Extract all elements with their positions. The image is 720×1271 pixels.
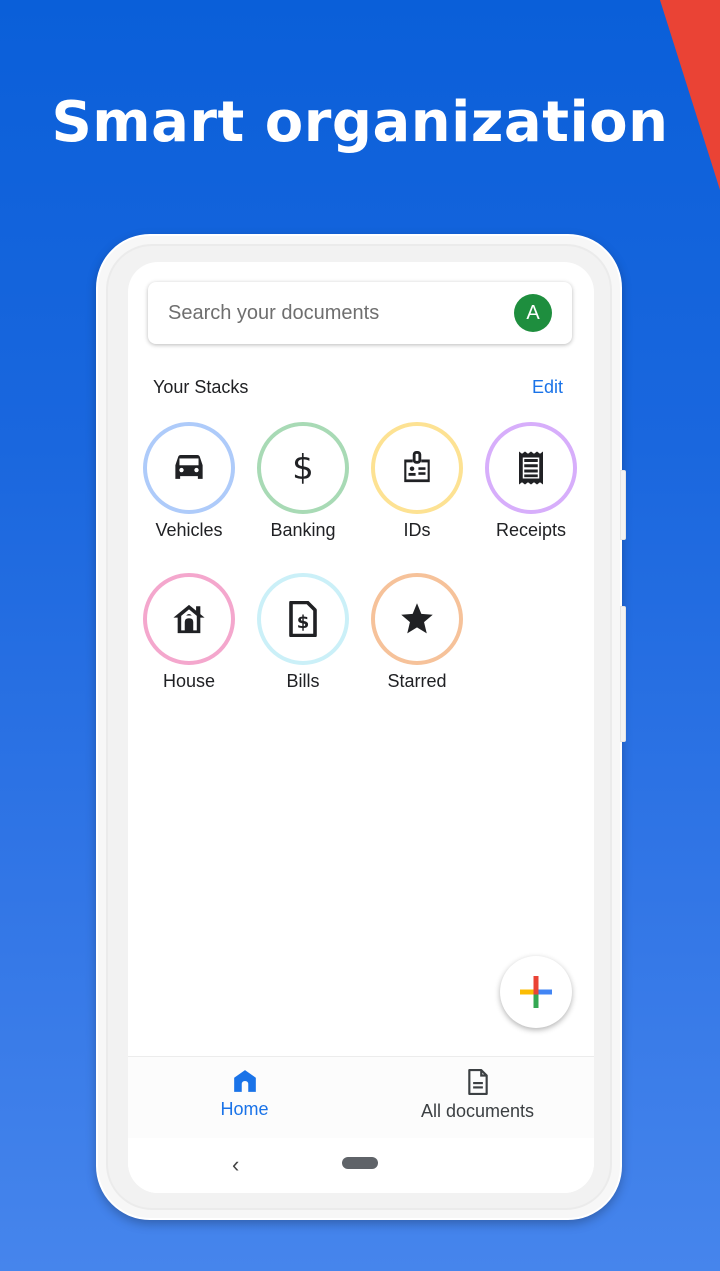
power-button bbox=[620, 470, 626, 540]
receipt-icon bbox=[519, 451, 543, 485]
headline: Smart organization bbox=[51, 90, 669, 155]
system-navigation-bar: ‹ bbox=[128, 1138, 594, 1193]
home-gesture-pill[interactable] bbox=[342, 1157, 378, 1169]
stack-banking[interactable]: $ Banking bbox=[248, 422, 358, 541]
stack-circle bbox=[485, 422, 577, 514]
stack-ids[interactable]: IDs bbox=[362, 422, 472, 541]
stack-circle: $ bbox=[257, 422, 349, 514]
dollar-icon: $ bbox=[292, 448, 314, 488]
google-plus-icon bbox=[520, 976, 552, 1008]
stacks-title: Your Stacks bbox=[153, 377, 249, 397]
avatar-initial: A bbox=[526, 301, 540, 324]
back-button[interactable]: ‹ bbox=[232, 1152, 239, 1178]
nav-all-documents[interactable]: All documents bbox=[361, 1057, 594, 1138]
home-icon bbox=[233, 1070, 256, 1092]
stack-circle bbox=[143, 573, 235, 665]
stacks-header: Your Stacks Edit bbox=[153, 377, 563, 398]
stack-circle bbox=[371, 422, 463, 514]
stack-receipts[interactable]: Receipts bbox=[476, 422, 586, 541]
stack-circle bbox=[371, 573, 463, 665]
stack-bills[interactable]: $ Bills bbox=[248, 573, 358, 692]
stack-label: House bbox=[162, 671, 216, 691]
volume-button bbox=[620, 606, 626, 742]
nav-all-documents-label: All documents bbox=[420, 1101, 535, 1121]
search-input[interactable]: Search your documents bbox=[168, 302, 514, 325]
car-icon bbox=[175, 455, 203, 479]
add-document-button[interactable] bbox=[500, 956, 572, 1028]
star-icon bbox=[401, 603, 433, 634]
bill-icon: $ bbox=[289, 601, 317, 637]
nav-home-label: Home bbox=[220, 1099, 269, 1119]
avatar[interactable]: A bbox=[514, 294, 552, 332]
stack-label: Starred bbox=[387, 671, 447, 691]
document-icon bbox=[467, 1069, 488, 1095]
stack-house[interactable]: House bbox=[134, 573, 244, 692]
stack-starred[interactable]: Starred bbox=[362, 573, 472, 692]
search-bar[interactable]: Search your documents A bbox=[148, 282, 572, 344]
nav-home[interactable]: Home bbox=[128, 1057, 361, 1138]
stack-label: Bills bbox=[286, 671, 320, 691]
stack-label: Banking bbox=[270, 520, 336, 540]
app-screen: Search your documents A Your Stacks Edit… bbox=[128, 262, 594, 1193]
id-badge-icon bbox=[404, 451, 430, 483]
stack-circle: $ bbox=[257, 573, 349, 665]
house-icon bbox=[173, 604, 205, 634]
stack-label: Vehicles bbox=[155, 520, 223, 540]
stack-circle bbox=[143, 422, 235, 514]
stack-label: IDs bbox=[403, 520, 431, 540]
svg-text:$: $ bbox=[297, 612, 310, 633]
bottom-nav: Home All documents bbox=[128, 1056, 594, 1138]
stack-label: Receipts bbox=[495, 520, 567, 540]
edit-button[interactable]: Edit bbox=[532, 377, 563, 398]
stack-vehicles[interactable]: Vehicles bbox=[134, 422, 244, 541]
